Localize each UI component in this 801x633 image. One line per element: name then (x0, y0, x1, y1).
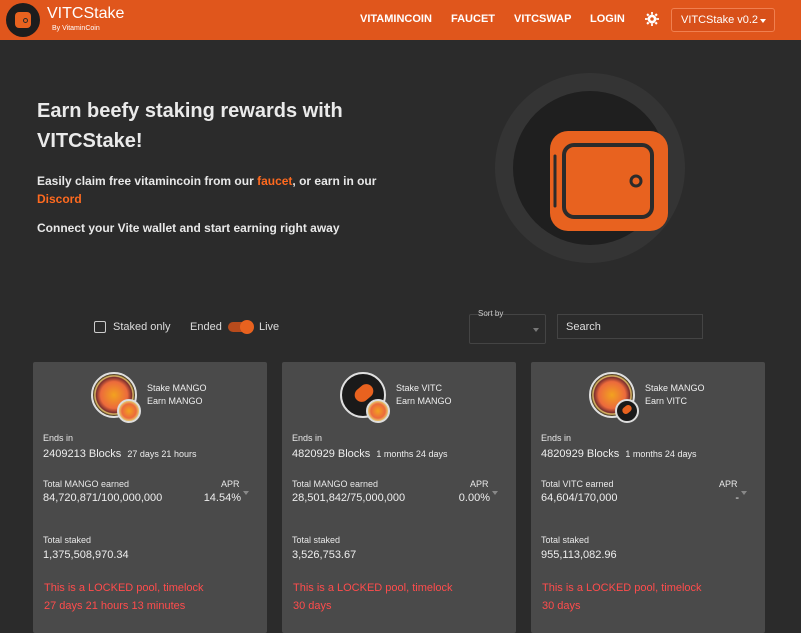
apr-value: 0.00% (458, 492, 490, 504)
version-dropdown-button[interactable]: VITCStake v0.2 (671, 8, 775, 32)
version-label: VITCStake v0.2 (681, 14, 759, 26)
vitc-token-small-icon (615, 399, 639, 423)
nav-vitcswap[interactable]: VITCSWAP (514, 13, 571, 25)
apr-value: 14.54% (203, 492, 241, 504)
locked-pool-warning: This is a LOCKED pool, timelock (542, 582, 702, 594)
pool-card: Stake MANGO Earn VITC Ends in 4820929 Blo… (531, 362, 765, 633)
earned-value: 64,604/170,000 (541, 492, 618, 504)
wallet-icon (550, 131, 668, 231)
mango-token-small-icon (117, 399, 141, 423)
chevron-down-icon[interactable] (492, 491, 498, 495)
earned-value: 84,720,871/100,000,000 (43, 492, 163, 504)
ends-in-value: 2409213 Blocks 27 days 21 hours (43, 448, 197, 460)
timelock-value: 27 days 21 hours 13 minutes (44, 600, 186, 612)
locked-pool-warning: This is a LOCKED pool, timelock (44, 582, 204, 594)
search-input[interactable] (557, 314, 703, 339)
pool-card: Stake MANGO Earn MANGO Ends in 2409213 Bl… (33, 362, 267, 633)
top-navbar: VITCStake By VitaminCoin VITAMINCOIN FAU… (0, 0, 801, 40)
total-staked-label: Total staked (292, 535, 341, 545)
nav-faucet[interactable]: FAUCET (451, 13, 495, 25)
brand-subtitle: By VitaminCoin (52, 25, 100, 32)
timelock-value: 30 days (542, 600, 581, 612)
logo-wallet-icon[interactable] (6, 3, 40, 37)
apr-label: APR (719, 479, 738, 489)
nav-login[interactable]: LOGIN (590, 13, 625, 25)
earned-label: Total VITC earned (541, 479, 614, 489)
pool-title: Stake MANGO Earn MANGO (147, 383, 207, 406)
earned-label: Total MANGO earned (43, 479, 130, 489)
theme-toggle-gear-icon[interactable] (645, 12, 659, 26)
hero-illustration (495, 73, 685, 263)
ends-in-label: Ends in (43, 433, 74, 443)
sort-by-select[interactable] (469, 314, 546, 344)
hero-description: Easily claim free vitamincoin from our f… (37, 174, 377, 206)
discord-link[interactable]: Discord (37, 192, 82, 206)
staked-only-label: Staked only (113, 321, 171, 333)
pool-title: Stake VITC Earn MANGO (396, 383, 452, 406)
pool-title: Stake MANGO Earn VITC (645, 383, 705, 406)
apr-label: APR (470, 479, 489, 489)
earned-label: Total MANGO earned (292, 479, 379, 489)
chevron-down-icon[interactable] (741, 491, 747, 495)
chevron-down-icon (533, 328, 539, 332)
apr-label: APR (221, 479, 240, 489)
ended-label: Ended (190, 321, 222, 333)
pool-card: Stake VITC Earn MANGO Ends in 4820929 Blo… (282, 362, 516, 633)
ends-in-label: Ends in (541, 433, 572, 443)
faucet-link[interactable]: faucet (257, 174, 292, 188)
total-staked-value: 955,113,082.96 (541, 549, 617, 561)
total-staked-value: 3,526,753.67 (292, 549, 357, 561)
total-staked-value: 1,375,508,970.34 (43, 549, 129, 561)
hero-connect-text: Connect your Vite wallet and start earni… (37, 221, 340, 235)
ends-in-label: Ends in (292, 433, 323, 443)
live-toggle[interactable] (228, 320, 254, 334)
apr-value: - (735, 492, 739, 504)
timelock-value: 30 days (293, 600, 332, 612)
brand-name[interactable]: VITCStake (47, 5, 124, 23)
live-label: Live (259, 321, 280, 333)
ends-in-value: 4820929 Blocks 1 months 24 days (541, 448, 697, 460)
total-staked-label: Total staked (541, 535, 590, 545)
chevron-down-icon[interactable] (243, 491, 249, 495)
locked-pool-warning: This is a LOCKED pool, timelock (293, 582, 453, 594)
ends-in-value: 4820929 Blocks 1 months 24 days (292, 448, 448, 460)
sort-by-label: Sort by (478, 309, 504, 318)
hero-title: Earn beefy staking rewards with VITCStak… (37, 100, 343, 152)
mango-token-small-icon (366, 399, 390, 423)
chevron-down-icon (760, 19, 766, 23)
nav-vitamincoin[interactable]: VITAMINCOIN (360, 13, 432, 25)
total-staked-label: Total staked (43, 535, 92, 545)
earned-value: 28,501,842/75,000,000 (292, 492, 406, 504)
staked-only-checkbox[interactable] (94, 321, 106, 333)
